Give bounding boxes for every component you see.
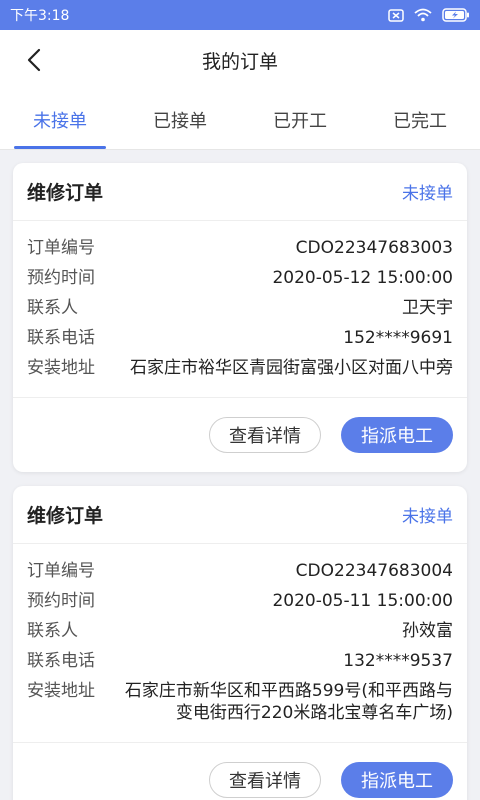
order-status: 未接单	[402, 507, 453, 527]
field-label: 联系电话	[27, 328, 95, 348]
order-status-tabs: 未接单 已接单 已开工 已完工	[0, 90, 480, 150]
phone-row: 联系电话 152****9691	[27, 327, 453, 349]
address-row: 安装地址 石家庄市新华区和平西路599号(和平西路与变电街西行220米路北宝尊名…	[27, 680, 453, 724]
field-label: 预约时间	[27, 591, 95, 611]
field-label: 订单编号	[27, 561, 95, 581]
wifi-icon	[414, 8, 432, 22]
order-card-header: 维修订单 未接单	[13, 486, 467, 544]
order-card: 维修订单 未接单 订单编号 CDO22347683003 预约时间 2020-0…	[13, 163, 467, 472]
contact-row: 联系人 孙效富	[27, 620, 453, 642]
order-type: 维修订单	[27, 182, 104, 204]
field-label: 安装地址	[27, 681, 95, 701]
tab-accepted[interactable]: 已接单	[120, 90, 240, 149]
field-label: 联系人	[27, 621, 78, 641]
field-label: 联系人	[27, 298, 78, 318]
order-list: 维修订单 未接单 订单编号 CDO22347683003 预约时间 2020-0…	[0, 150, 480, 800]
tab-pending[interactable]: 未接单	[0, 90, 120, 149]
contact-name: 孙效富	[402, 621, 453, 641]
view-details-button[interactable]: 查看详情	[209, 762, 321, 798]
back-button[interactable]	[22, 48, 46, 72]
appointment-time-row: 预约时间 2020-05-12 15:00:00	[27, 267, 453, 289]
order-card-header: 维修订单 未接单	[13, 163, 467, 221]
field-label: 订单编号	[27, 238, 95, 258]
contact-phone: 132****9537	[343, 651, 453, 671]
contact-name: 卫天宇	[402, 298, 453, 318]
order-status: 未接单	[402, 184, 453, 204]
appointment-time-row: 预约时间 2020-05-11 15:00:00	[27, 590, 453, 612]
appointment-time: 2020-05-11 15:00:00	[272, 591, 453, 611]
contact-row: 联系人 卫天宇	[27, 297, 453, 319]
order-type: 维修订单	[27, 505, 104, 527]
view-details-button[interactable]: 查看详情	[209, 417, 321, 453]
field-label: 安装地址	[27, 358, 95, 378]
order-details: 订单编号 CDO22347683004 预约时间 2020-05-11 15:0…	[13, 544, 467, 743]
install-address: 石家庄市新华区和平西路599号(和平西路与变电街西行220米路北宝尊名车广场)	[124, 681, 453, 723]
order-number-row: 订单编号 CDO22347683004	[27, 560, 453, 582]
contact-phone: 152****9691	[343, 328, 453, 348]
order-actions: 查看详情 指派电工	[13, 398, 467, 472]
battery-charging-icon	[442, 8, 469, 22]
order-actions: 查看详情 指派电工	[13, 743, 467, 800]
assign-electrician-button[interactable]: 指派电工	[341, 417, 453, 453]
order-details: 订单编号 CDO22347683003 预约时间 2020-05-12 15:0…	[13, 221, 467, 398]
status-time: 下午3:18	[10, 8, 70, 24]
no-sim-icon	[388, 8, 404, 22]
order-number: CDO22347683004	[295, 561, 453, 581]
order-card: 维修订单 未接单 订单编号 CDO22347683004 预约时间 2020-0…	[13, 486, 467, 800]
field-label: 联系电话	[27, 651, 95, 671]
address-row: 安装地址 石家庄市裕华区青园街富强小区对面八中旁	[27, 357, 453, 379]
phone-row: 联系电话 132****9537	[27, 650, 453, 672]
order-number: CDO22347683003	[295, 238, 453, 258]
tab-started[interactable]: 已开工	[240, 90, 360, 149]
status-icons	[388, 8, 470, 22]
tab-completed[interactable]: 已完工	[360, 90, 480, 149]
install-address: 石家庄市裕华区青园街富强小区对面八中旁	[130, 358, 453, 378]
field-label: 预约时间	[27, 268, 95, 288]
back-arrow-icon	[27, 48, 41, 72]
status-bar: 下午3:18	[0, 0, 480, 30]
order-number-row: 订单编号 CDO22347683003	[27, 237, 453, 259]
assign-electrician-button[interactable]: 指派电工	[341, 762, 453, 798]
appointment-time: 2020-05-12 15:00:00	[272, 268, 453, 288]
page-title: 我的订单	[201, 50, 278, 73]
nav-bar: 我的订单	[0, 30, 480, 90]
